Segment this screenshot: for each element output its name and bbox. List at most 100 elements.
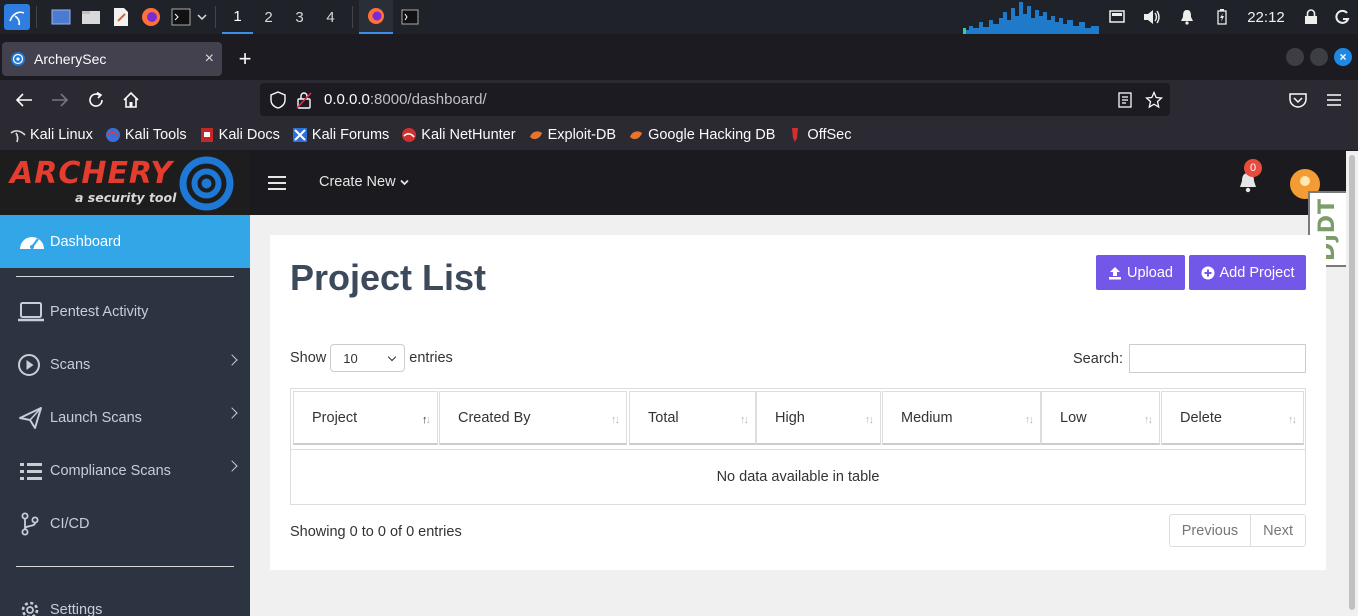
column-header-total[interactable]: Total ↑↓ bbox=[629, 391, 756, 445]
add-project-button[interactable]: Add Project bbox=[1189, 255, 1306, 290]
screen-icon[interactable] bbox=[1099, 10, 1134, 24]
sidebar-divider bbox=[16, 276, 234, 277]
task-terminal[interactable] bbox=[393, 0, 427, 34]
exploit-db-icon bbox=[529, 131, 542, 140]
volume-icon[interactable] bbox=[1134, 9, 1169, 25]
show-label: Show bbox=[290, 350, 327, 366]
new-tab-button[interactable]: + bbox=[232, 46, 258, 72]
workspace-4[interactable]: 4 bbox=[315, 0, 346, 34]
search-input[interactable] bbox=[1129, 344, 1306, 373]
bookmark-offsec[interactable]: OffSec bbox=[787, 127, 851, 143]
bookmark-kali-docs[interactable]: Kali Docs bbox=[199, 127, 280, 143]
bookmark-kali-nethunter[interactable]: Kali NetHunter bbox=[401, 127, 516, 143]
sidebar-item-settings[interactable]: Settings bbox=[0, 583, 250, 616]
sidebar-item-scans[interactable]: Scans bbox=[0, 338, 250, 391]
sidebar-item-ci-cd[interactable]: CI/CD bbox=[0, 497, 250, 550]
forward-icon[interactable] bbox=[48, 88, 72, 112]
page-viewport: ARCHERY a security tool Dashboard Pentes… bbox=[0, 151, 1358, 616]
sidebar-item-pentest-activity[interactable]: Pentest Activity bbox=[0, 285, 250, 338]
show-desktop-icon[interactable] bbox=[49, 5, 73, 29]
back-icon[interactable] bbox=[12, 88, 36, 112]
battery-icon[interactable] bbox=[1204, 9, 1239, 25]
pocket-icon[interactable] bbox=[1286, 88, 1310, 112]
close-tab-icon[interactable]: × bbox=[205, 50, 214, 68]
logo-text: ARCHERY bbox=[10, 156, 174, 191]
hamburger-menu-icon[interactable] bbox=[268, 176, 286, 194]
kali-menu-icon[interactable] bbox=[4, 4, 30, 30]
pagination: Previous Next bbox=[1168, 514, 1306, 547]
bookmark-star-icon[interactable] bbox=[1145, 91, 1163, 109]
page-scrollbar[interactable] bbox=[1346, 151, 1358, 616]
column-header-low[interactable]: Low ↑↓ bbox=[1041, 391, 1160, 445]
sidebar-item-label: Scans bbox=[50, 356, 91, 373]
url-bar[interactable]: 0.0.0.0:8000/dashboard/ bbox=[260, 83, 1170, 116]
gear-icon bbox=[18, 598, 46, 616]
archery-logo[interactable]: ARCHERY a security tool bbox=[0, 151, 250, 215]
chevron-down-icon bbox=[388, 352, 397, 362]
scrollbar-thumb[interactable] bbox=[1349, 155, 1355, 610]
file-manager-icon[interactable] bbox=[79, 5, 103, 29]
workspace-2[interactable]: 2 bbox=[253, 0, 284, 34]
home-icon[interactable] bbox=[119, 88, 143, 112]
chevron-down-icon bbox=[399, 179, 409, 186]
terminal-icon[interactable] bbox=[169, 5, 193, 29]
bookmark-kali-tools[interactable]: Kali Tools bbox=[105, 127, 187, 143]
power-icon[interactable] bbox=[1328, 9, 1358, 25]
column-header-delete[interactable]: Delete ↑↓ bbox=[1161, 391, 1304, 445]
browser-tab-bar: ArcherySec × + × bbox=[0, 38, 1358, 80]
chevron-right-icon bbox=[226, 460, 238, 472]
chevron-down-icon[interactable] bbox=[195, 5, 209, 29]
task-firefox[interactable] bbox=[359, 0, 393, 34]
chevron-right-icon bbox=[226, 407, 238, 419]
sidebar-item-label: Settings bbox=[50, 601, 103, 616]
git-branch-icon bbox=[18, 512, 46, 536]
sidebar-item-label: Pentest Activity bbox=[50, 303, 149, 320]
clock: 22:12 bbox=[1247, 8, 1285, 26]
bookmark-kali-linux[interactable]: Kali Linux bbox=[10, 127, 93, 143]
cpu-graph bbox=[963, 2, 1099, 34]
maximize-button[interactable] bbox=[1310, 48, 1328, 66]
next-page-button[interactable]: Next bbox=[1250, 515, 1305, 546]
upload-button[interactable]: Upload bbox=[1096, 255, 1185, 290]
offsec-icon bbox=[792, 128, 799, 142]
archery-favicon-icon bbox=[11, 52, 25, 66]
notification-badge: 0 bbox=[1244, 159, 1262, 177]
project-list-card: Project List Upload Add Project Show 10 … bbox=[270, 235, 1326, 570]
text-editor-icon[interactable] bbox=[109, 5, 133, 29]
firefox-icon[interactable] bbox=[139, 5, 163, 29]
column-header-created-by[interactable]: Created By ↑↓ bbox=[439, 391, 627, 445]
entries-select[interactable]: 10 bbox=[330, 344, 406, 372]
sidebar-item-dashboard[interactable]: Dashboard bbox=[0, 215, 250, 268]
bookmark-exploit-db[interactable]: Exploit-DB bbox=[528, 127, 616, 143]
list-icon bbox=[18, 459, 46, 483]
sidebar-item-compliance-scans[interactable]: Compliance Scans bbox=[0, 444, 250, 497]
lock-icon[interactable] bbox=[1293, 9, 1328, 25]
sidebar-item-label: Launch Scans bbox=[50, 409, 142, 426]
app-menu-icon[interactable] bbox=[1322, 88, 1346, 112]
sidebar-item-label: Compliance Scans bbox=[50, 462, 171, 479]
workspace-3[interactable]: 3 bbox=[284, 0, 315, 34]
workspace-1[interactable]: 1 bbox=[222, 0, 253, 34]
chevron-right-icon bbox=[226, 354, 238, 366]
column-header-project[interactable]: Project ↑↓ bbox=[293, 391, 438, 445]
kali-nethunter-icon bbox=[402, 128, 417, 142]
bookmark-kali-forums[interactable]: Kali Forums bbox=[292, 127, 389, 143]
reload-icon[interactable] bbox=[84, 88, 108, 112]
column-header-medium[interactable]: Medium ↑↓ bbox=[882, 391, 1041, 445]
sort-icon: ↑↓ bbox=[1025, 414, 1034, 426]
notifications-icon[interactable] bbox=[1169, 9, 1204, 25]
close-window-button[interactable]: × bbox=[1334, 48, 1352, 66]
column-header-high[interactable]: High ↑↓ bbox=[756, 391, 881, 445]
bookmark-google-hacking-db[interactable]: Google Hacking DB bbox=[628, 127, 775, 143]
paper-plane-icon bbox=[18, 406, 46, 430]
create-new-dropdown[interactable]: Create New bbox=[319, 174, 409, 190]
sidebar-item-launch-scans[interactable]: Launch Scans bbox=[0, 391, 250, 444]
insecure-lock-icon[interactable] bbox=[296, 91, 312, 109]
tab-archerysec[interactable]: ArcherySec × bbox=[2, 42, 222, 76]
previous-page-button[interactable]: Previous bbox=[1170, 515, 1250, 546]
shield-icon[interactable] bbox=[270, 90, 286, 109]
minimize-button[interactable] bbox=[1286, 48, 1304, 66]
reader-mode-icon[interactable] bbox=[1118, 92, 1132, 108]
sort-icon: ↑↓ bbox=[1288, 414, 1297, 426]
table-info: Showing 0 to 0 of 0 entries bbox=[290, 524, 462, 540]
